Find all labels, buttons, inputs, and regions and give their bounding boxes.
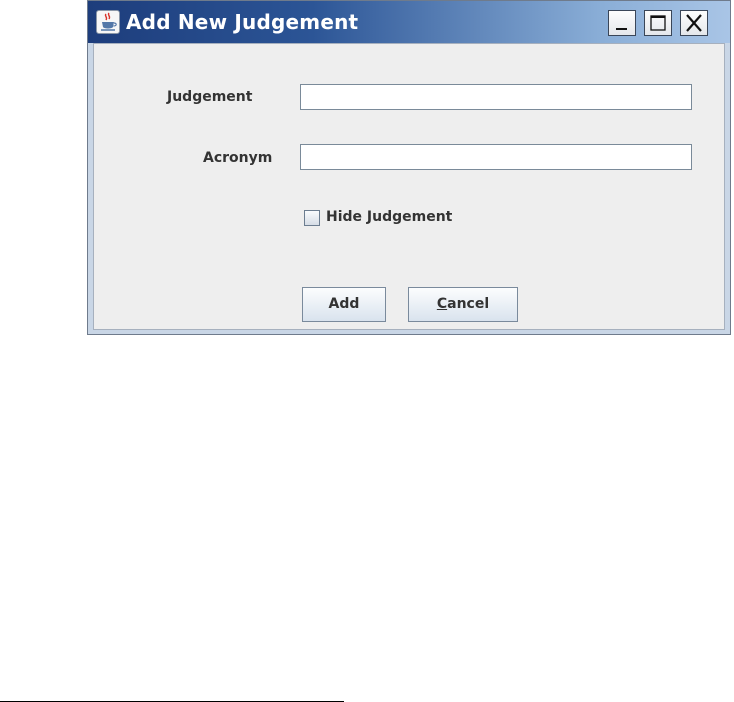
add-button[interactable]: Add bbox=[302, 287, 386, 322]
title-bar[interactable]: Add New Judgement bbox=[88, 1, 730, 43]
acronym-input[interactable] bbox=[300, 144, 692, 170]
dialog-content: Judgement Acronym Hide Judgement Add Can… bbox=[93, 43, 725, 330]
maximize-button[interactable] bbox=[644, 10, 672, 36]
judgement-label: Judgement bbox=[167, 89, 253, 105]
hide-judgement-checkbox[interactable] bbox=[304, 210, 320, 226]
close-button[interactable] bbox=[680, 10, 708, 36]
window-title: Add New Judgement bbox=[126, 10, 359, 34]
dialog-window: Add New Judgement Judgement Acronym Hide… bbox=[87, 0, 731, 335]
maximize-icon bbox=[650, 15, 666, 31]
close-icon bbox=[686, 14, 702, 32]
java-cup-icon[interactable] bbox=[96, 10, 120, 34]
minimize-button[interactable] bbox=[608, 10, 636, 36]
minimize-icon bbox=[616, 28, 627, 30]
cancel-button[interactable]: Cancel bbox=[408, 287, 518, 322]
acronym-label: Acronym bbox=[203, 150, 273, 166]
hide-judgement-label: Hide Judgement bbox=[326, 209, 453, 225]
judgement-input[interactable] bbox=[300, 84, 692, 110]
